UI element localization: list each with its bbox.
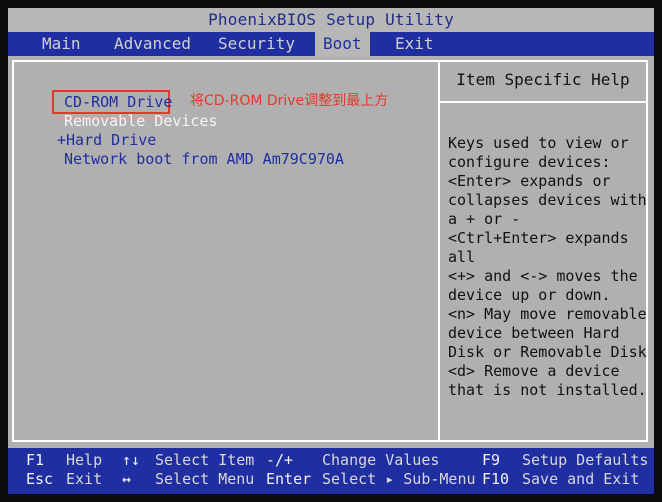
- window-title: PhoenixBIOS Setup Utility: [8, 8, 654, 32]
- footer-action-setup-defaults: Setup Defaults: [522, 451, 649, 469]
- boot-item-network-boot[interactable]: Network boot from AMD Am79C970A: [64, 150, 344, 169]
- footer-key-minus-plus: -/+: [266, 451, 294, 469]
- footer-key-f10: F10: [482, 470, 510, 488]
- menu-advanced[interactable]: Advanced: [114, 32, 191, 56]
- footer-action-select-menu: Select Menu: [155, 470, 255, 488]
- help-text: Keys used to view or configure devices: …: [448, 134, 647, 399]
- footer-action-select-item: Select Item: [155, 451, 255, 469]
- footer-action-help: Help: [66, 451, 103, 469]
- bios-screen: PhoenixBIOS Setup Utility Main Advanced …: [8, 8, 654, 494]
- footer-key-left-right: ↔: [122, 470, 132, 488]
- boot-item-cd-rom-drive[interactable]: CD-ROM Drive: [64, 93, 172, 112]
- menu-security[interactable]: Security: [218, 32, 295, 56]
- footer-action-exit: Exit: [66, 470, 103, 488]
- help-divider: [440, 101, 646, 103]
- panel-divider: [438, 62, 440, 440]
- footer-key-enter: Enter: [266, 470, 312, 488]
- menu-main[interactable]: Main: [42, 32, 81, 56]
- footer-action-save-and-exit: Save and Exit: [522, 470, 640, 488]
- footer-action-select-sub-menu: Select ▸ Sub-Menu: [322, 470, 476, 488]
- footer-key-f9: F9: [482, 451, 501, 469]
- footer-key-up-down: ↑↓: [122, 451, 141, 469]
- annotation-text: 将CD-ROM Drive调整到最上方: [190, 93, 389, 109]
- menu-exit[interactable]: Exit: [395, 32, 434, 56]
- main-panel: CD-ROM Drive Removable Devices +Hard Dri…: [12, 60, 648, 442]
- footer-key-f1: F1: [26, 451, 45, 469]
- boot-item-hard-drive[interactable]: +Hard Drive: [57, 131, 156, 150]
- boot-item-removable-devices[interactable]: Removable Devices: [64, 112, 218, 131]
- menu-bar: Main Advanced Security Boot Exit: [8, 32, 654, 56]
- footer-action-change-values: Change Values: [322, 451, 440, 469]
- footer-bar: F1 Help ↑↓ Select Item -/+ Change Values…: [8, 448, 654, 494]
- menu-boot[interactable]: Boot: [315, 32, 370, 56]
- help-title: Item Specific Help: [456, 70, 630, 89]
- footer-key-esc: Esc: [26, 470, 54, 488]
